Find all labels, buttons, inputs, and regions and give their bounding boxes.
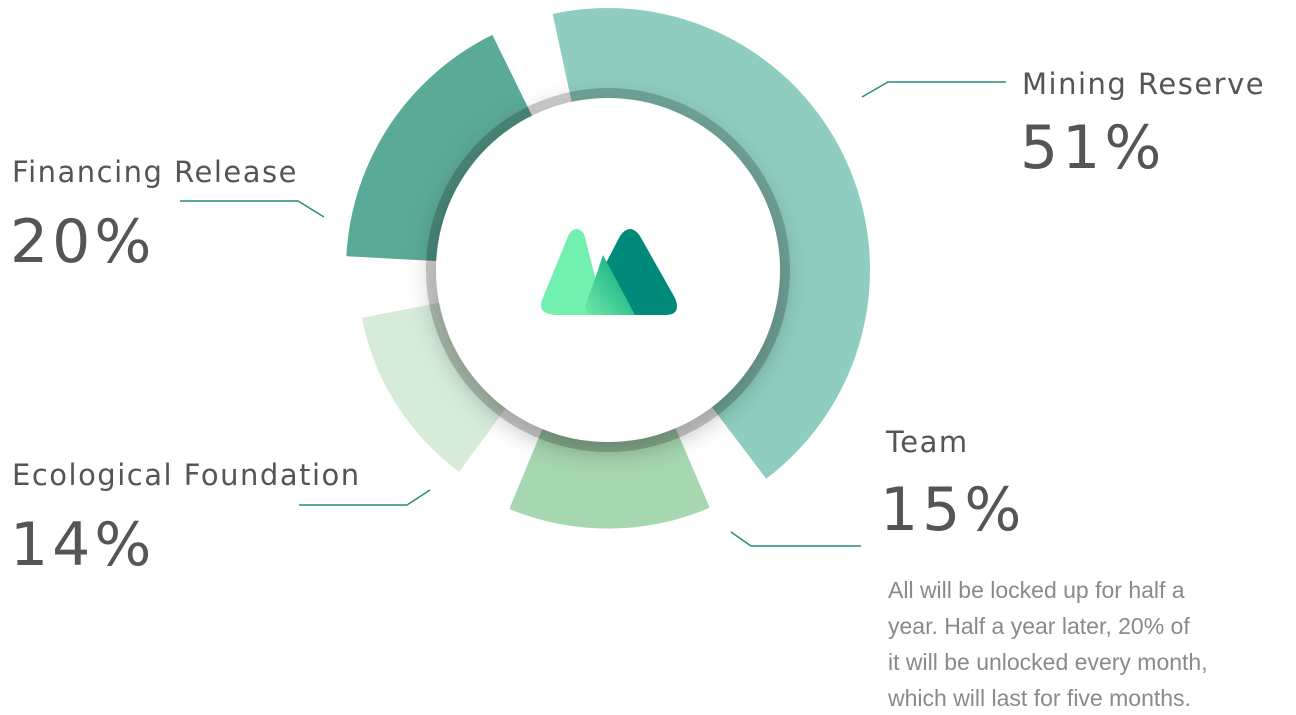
team-note-line: All will be locked up for half a <box>888 577 1185 603</box>
team-lockup-note: All will be locked up for half a year. H… <box>888 572 1293 715</box>
slice-value-team: 15% <box>880 475 1026 545</box>
slice-label-financing: Financing Release <box>12 155 298 189</box>
slice-label-eco: Ecological Foundation <box>12 458 361 492</box>
team-note-line: year. Half a year later, 20% of <box>888 613 1190 639</box>
slice-label-mining: Mining Reserve <box>1022 67 1266 101</box>
leader-line-mining <box>861 81 1006 98</box>
leader-line-team <box>730 531 861 547</box>
leader-line-eco <box>299 489 431 506</box>
slice-value-mining: 51% <box>1020 113 1166 183</box>
team-note-line: it will be unlocked every month, <box>888 649 1208 675</box>
team-note-line: which will last for five months. <box>888 685 1191 711</box>
leader-line-financing <box>180 200 325 218</box>
slice-value-financing: 20% <box>10 207 156 277</box>
slice-label-team: Team <box>886 425 969 459</box>
token-allocation-chart: Mining Reserve 51% Financing Release 20%… <box>0 0 1296 715</box>
slice-value-eco: 14% <box>10 510 156 580</box>
